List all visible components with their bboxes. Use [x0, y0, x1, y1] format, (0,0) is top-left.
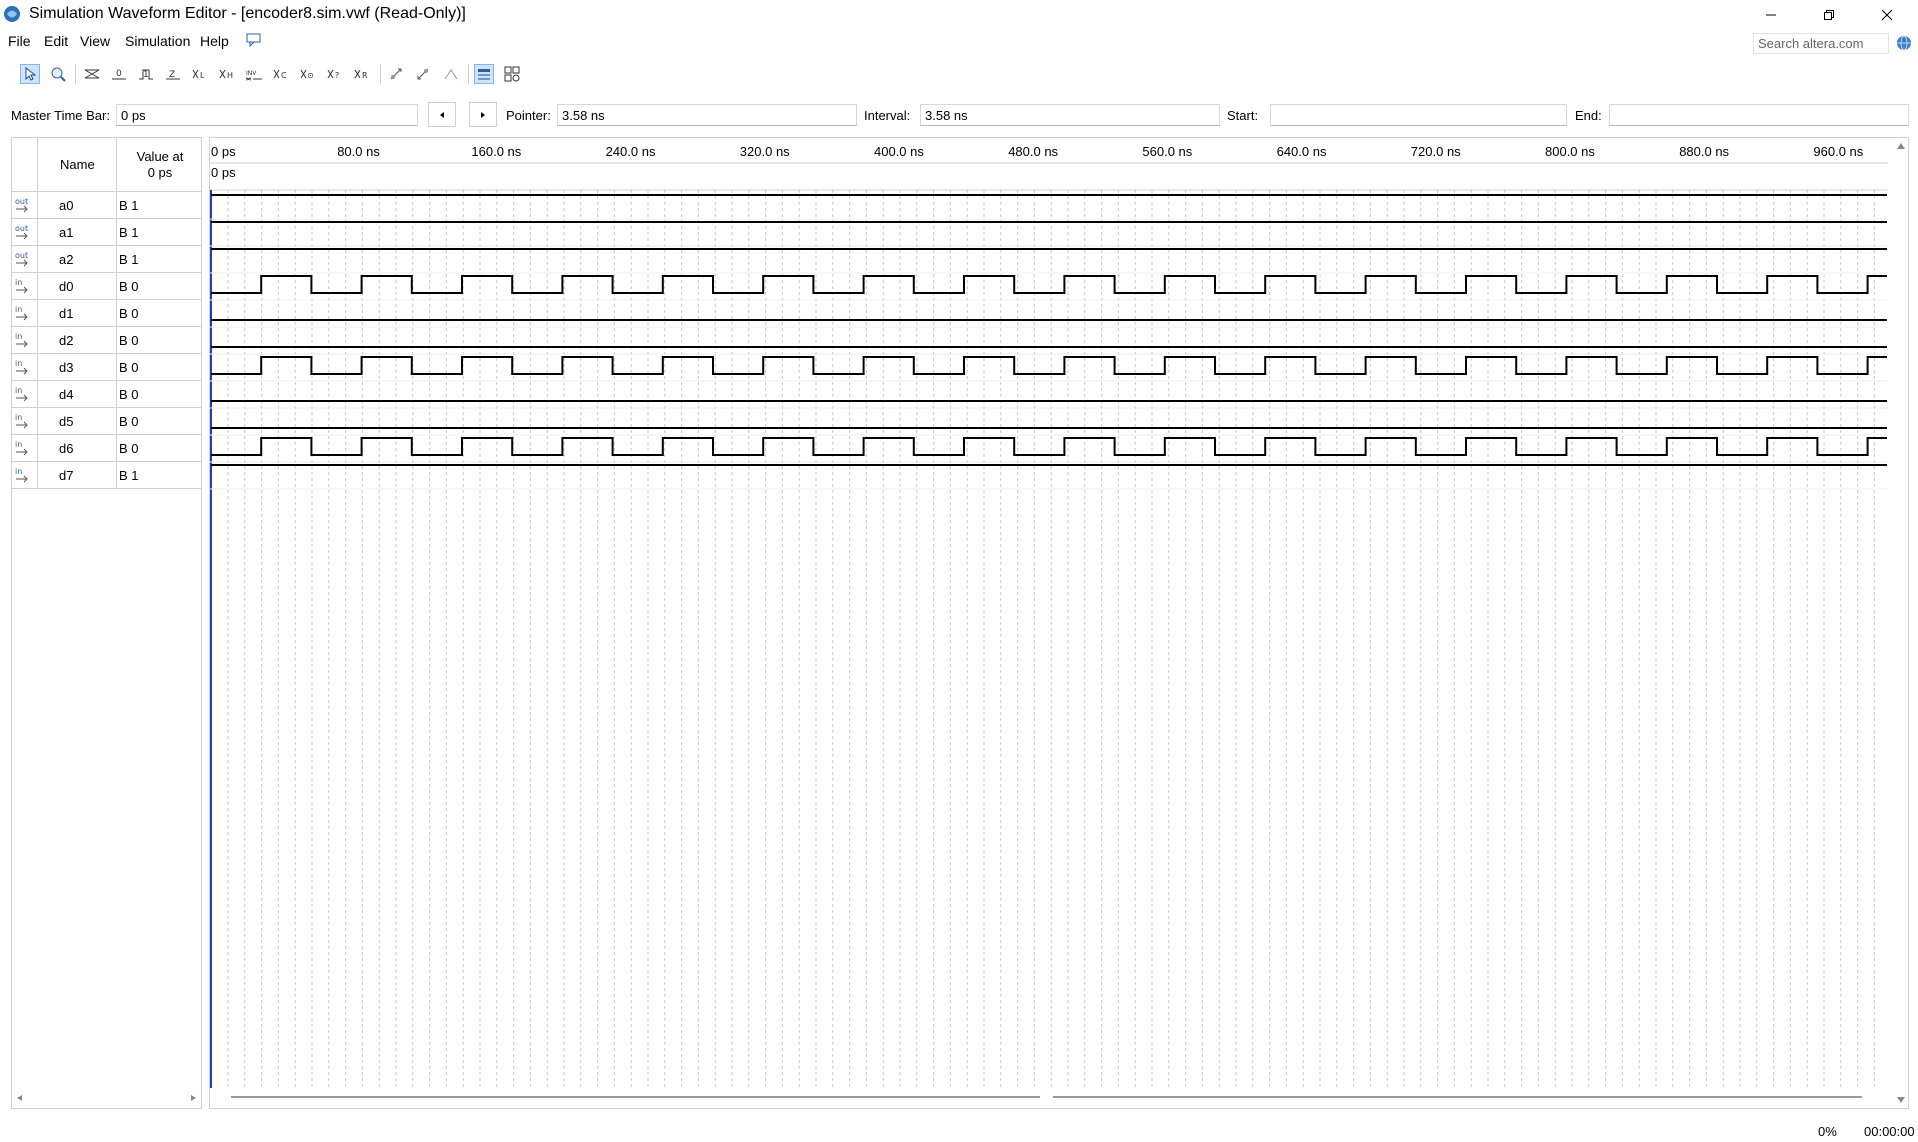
elapsed-time-text: 00:00:00: [1864, 1124, 1915, 1139]
status-bar: [0, 1118, 1918, 1142]
cursor-time-label: 0 ps: [211, 165, 236, 180]
ruler-tick-label: 720.0 ns: [1410, 144, 1461, 159]
vertical-scrollbar[interactable]: [1897, 143, 1905, 1103]
ruler-tick-label: 240.0 ns: [605, 144, 656, 159]
ruler-tick-label: 640.0 ns: [1276, 144, 1327, 159]
ruler-tick-label: 800.0 ns: [1545, 144, 1595, 159]
ruler-tick-label: 880.0 ns: [1679, 144, 1730, 159]
ruler-tick-label: 560.0 ns: [1142, 144, 1193, 159]
ruler-tick-label: 320.0 ns: [739, 144, 790, 159]
ruler-tick-label: 960.0 ns: [1813, 144, 1864, 159]
waveform-d0[interactable]: [211, 275, 1887, 294]
ruler-tick-label: 80.0 ns: [337, 144, 380, 159]
ruler-tick-label: 400.0 ns: [874, 144, 924, 159]
progress-text: 0%: [1818, 1124, 1837, 1139]
ruler-tick-label: 160.0 ns: [471, 144, 522, 159]
ruler-tick-label: 0 ps: [211, 144, 236, 159]
ruler-tick-label: 480.0 ns: [1008, 144, 1059, 159]
waveform-d6[interactable]: [211, 437, 1887, 456]
waveform-canvas[interactable]: [0, 0, 1918, 1142]
waveform-d3[interactable]: [211, 356, 1887, 375]
